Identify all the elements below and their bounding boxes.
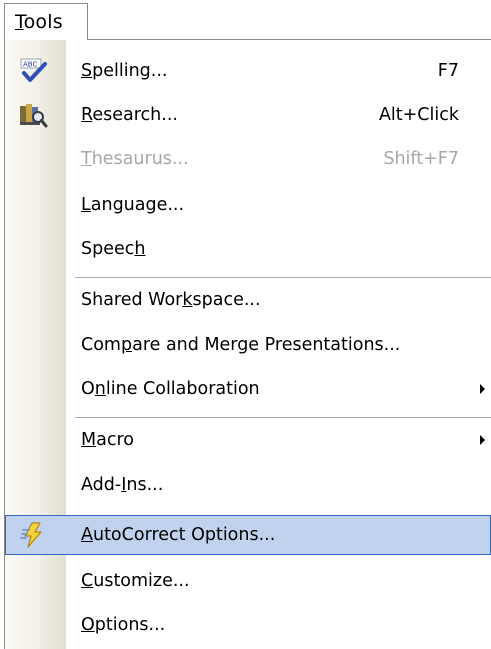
menu-item-label: AutoCorrect Options... — [81, 525, 276, 545]
menu-item-language[interactable]: Language... — [5, 183, 491, 227]
menu-item-shortcut: F7 — [437, 61, 459, 81]
menu-item-label: Language... — [81, 195, 185, 215]
menu-item-research[interactable]: Research... Alt+Click — [5, 93, 491, 137]
research-books-magnifier-icon — [20, 104, 48, 128]
menu-item-label: Customize... — [81, 571, 190, 591]
menu-item-label: Macro — [81, 430, 134, 450]
menu-item-label: Compare and Merge Presentations... — [81, 335, 401, 355]
menu-item-shortcut: Alt+Click — [378, 105, 459, 125]
svg-text:ABC: ABC — [23, 61, 37, 69]
screen: Tools ABC Spelling... F7 Research... Alt… — [0, 0, 491, 649]
menu-item-compare-merge[interactable]: Compare and Merge Presentations... — [5, 323, 491, 367]
menu-item-online-collaboration[interactable]: Online Collaboration — [5, 367, 491, 411]
menu-item-spelling[interactable]: ABC Spelling... F7 — [5, 49, 491, 93]
menu-item-label: Research... — [81, 105, 178, 125]
menu-item-options[interactable]: Options... — [5, 603, 491, 647]
menu-item-label: Add-Ins... — [81, 475, 164, 495]
menu-item-speech[interactable]: Speech — [5, 227, 491, 271]
tools-dropdown-menu: ABC Spelling... F7 Research... Alt+Click… — [4, 39, 491, 649]
menu-item-label: Shared Workspace... — [81, 290, 261, 310]
menu-item-shortcut: Shift+F7 — [383, 149, 459, 169]
submenu-arrow-icon — [480, 384, 485, 394]
spelling-abc-check-icon: ABC — [20, 58, 47, 82]
menu-item-label: Online Collaboration — [81, 379, 260, 399]
menu-item-add-ins[interactable]: Add-Ins... — [5, 463, 491, 507]
autocorrect-lightning-icon — [20, 522, 42, 548]
menu-item-customize[interactable]: Customize... — [5, 559, 491, 603]
menu-item-label: Spelling... — [81, 61, 168, 81]
submenu-arrow-icon — [480, 435, 485, 445]
menu-item-label: Thesaurus... — [81, 149, 189, 169]
menu-item-macro[interactable]: Macro — [5, 418, 491, 462]
menu-item-label: Speech — [81, 239, 146, 259]
menu-title-label: Tools — [15, 11, 63, 33]
menu-item-thesaurus: Thesaurus... Shift+F7 — [5, 137, 491, 181]
menu-title-tools[interactable]: Tools — [4, 3, 88, 40]
menu-item-label: Options... — [81, 615, 166, 635]
menu-item-autocorrect-options[interactable]: AutoCorrect Options... — [5, 515, 491, 555]
menu-item-shared-workspace[interactable]: Shared Workspace... — [5, 278, 491, 322]
